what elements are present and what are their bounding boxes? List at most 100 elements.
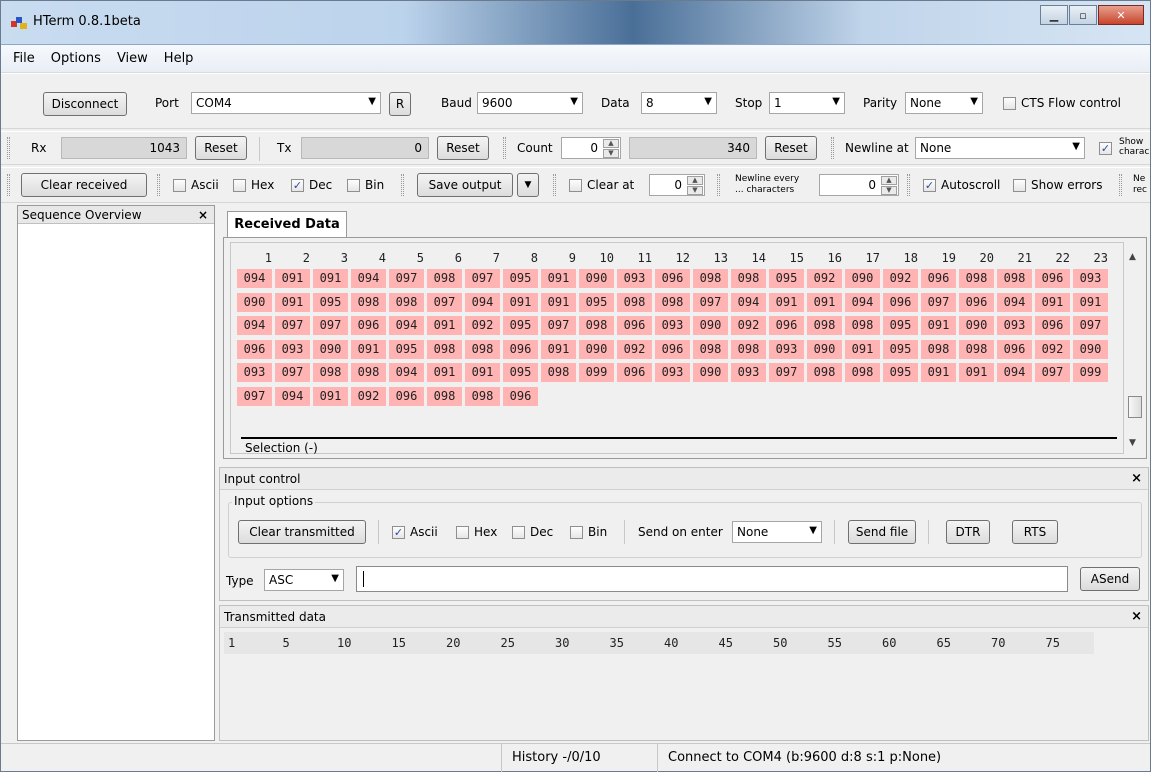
received-byte-cell[interactable]: 094 [275,386,310,406]
received-byte-cell[interactable]: 096 [617,316,652,335]
received-byte-cell[interactable]: 095 [579,292,614,312]
send-text-input[interactable] [356,566,1068,592]
rx-reset-button[interactable]: Reset [195,136,247,160]
received-byte-cell[interactable]: 093 [275,339,310,359]
received-byte-cell[interactable]: 090 [959,316,994,335]
clear-received-button[interactable]: Clear received [21,173,147,197]
ascii-checkbox[interactable] [173,179,186,192]
input-ascii-checkbox[interactable]: ✓ [392,526,405,539]
hex-checkbox[interactable] [233,179,246,192]
received-byte-cell[interactable]: 096 [883,292,918,312]
show-errors-checkbox[interactable] [1013,179,1026,192]
input-bin-checkbox[interactable] [570,526,583,539]
received-data-view[interactable]: Selection (-) 1 2 3 4 5 6 7 8 9 10 11 12 13 14 15 16 17 1… [230,242,1124,455]
parity-select[interactable]: None ▼ [905,92,983,114]
received-byte-cell[interactable]: 099 [579,363,614,382]
received-byte-cell[interactable]: 095 [503,316,538,335]
scrollbar-thumb[interactable] [1128,396,1142,418]
received-byte-cell[interactable]: 098 [845,363,880,382]
received-byte-cell[interactable]: 097 [1035,363,1070,382]
toolbar-grip[interactable] [1119,174,1122,196]
received-byte-cell[interactable]: 092 [1035,339,1070,359]
dec-checkbox[interactable]: ✓ [291,179,304,192]
received-byte-cell[interactable]: 096 [1035,316,1070,335]
received-byte-cell[interactable]: 098 [351,363,386,382]
spin-up-icon[interactable]: ▲ [603,139,619,148]
received-byte-cell[interactable]: 091 [465,363,500,382]
received-byte-cell[interactable]: 091 [503,292,538,312]
clear-at-checkbox[interactable] [569,179,582,192]
received-byte-cell[interactable]: 097 [769,363,804,382]
received-byte-cell[interactable]: 094 [845,292,880,312]
minimize-icon[interactable]: ▁ [1040,5,1068,25]
received-byte-cell[interactable]: 091 [845,339,880,359]
spin-down-icon[interactable]: ▼ [881,186,897,195]
input-hex-checkbox[interactable] [456,526,469,539]
received-byte-cell[interactable]: 095 [769,269,804,288]
received-byte-cell[interactable]: 091 [313,269,348,288]
received-byte-cell[interactable]: 094 [465,292,500,312]
autoscroll-checkbox[interactable]: ✓ [923,179,936,192]
toolbar-grip[interactable] [401,174,404,196]
received-byte-cell[interactable]: 098 [541,363,576,382]
received-byte-cell[interactable]: 097 [1073,316,1108,335]
received-byte-cell[interactable]: 091 [275,269,310,288]
newline-at-select[interactable]: None ▼ [915,137,1085,159]
send-file-button[interactable]: Send file [848,520,916,544]
close-icon[interactable]: × [198,206,208,224]
received-byte-cell[interactable]: 093 [655,316,690,335]
received-byte-cell[interactable]: 091 [921,363,956,382]
transmitted-data-view[interactable]: 1 5 10 15 20 25 30 35 40 45 50 55 60 65 70 75 [224,630,1144,738]
received-byte-cell[interactable]: 091 [541,339,576,359]
clear-transmitted-button[interactable]: Clear transmitted [238,520,366,544]
received-byte-cell[interactable]: 091 [769,292,804,312]
received-byte-cell[interactable]: 093 [237,363,272,382]
received-byte-cell[interactable]: 091 [427,363,462,382]
received-byte-cell[interactable]: 093 [1073,269,1108,288]
received-byte-cell[interactable]: 091 [427,316,462,335]
received-byte-cell[interactable]: 090 [693,363,728,382]
received-byte-cell[interactable]: 093 [731,363,766,382]
received-byte-cell[interactable]: 091 [351,339,386,359]
received-byte-cell[interactable]: 092 [883,269,918,288]
save-output-button[interactable]: Save output [417,173,513,197]
received-byte-cell[interactable]: 096 [921,269,956,288]
input-dec-checkbox[interactable] [512,526,525,539]
received-byte-cell[interactable]: 090 [693,316,728,335]
received-byte-cell[interactable]: 091 [1073,292,1108,312]
received-byte-cell[interactable]: 097 [921,292,956,312]
received-byte-cell[interactable]: 091 [1035,292,1070,312]
menu-view[interactable]: View [109,51,156,66]
received-byte-cell[interactable]: 091 [275,292,310,312]
toolbar-grip[interactable] [7,174,10,196]
bin-checkbox[interactable] [347,179,360,192]
toolbar-grip[interactable] [7,137,10,159]
received-byte-cell[interactable]: 097 [427,292,462,312]
received-byte-cell[interactable]: 098 [389,292,424,312]
received-byte-cell[interactable]: 096 [769,316,804,335]
tx-reset-button[interactable]: Reset [437,136,489,160]
received-byte-cell[interactable]: 096 [655,269,690,288]
received-byte-cell[interactable]: 091 [313,386,348,406]
received-byte-cell[interactable]: 094 [237,269,272,288]
toolbar-grip[interactable] [831,137,834,159]
received-byte-cell[interactable]: 096 [503,386,538,406]
received-byte-cell[interactable]: 097 [275,316,310,335]
received-byte-cell[interactable]: 098 [807,363,842,382]
tab-received-data[interactable]: Received Data [227,211,347,237]
received-byte-cell[interactable]: 098 [427,386,462,406]
received-byte-cell[interactable]: 092 [617,339,652,359]
received-byte-cell[interactable]: 096 [351,316,386,335]
received-byte-cell[interactable]: 094 [731,292,766,312]
received-byte-cell[interactable]: 098 [313,363,348,382]
asend-button[interactable]: ASend [1080,567,1140,591]
close-icon[interactable]: × [1131,468,1142,490]
received-byte-cell[interactable]: 097 [541,316,576,335]
received-byte-cell[interactable]: 092 [351,386,386,406]
received-byte-cell[interactable]: 096 [237,339,272,359]
toolbar-grip[interactable] [553,174,556,196]
dtr-button[interactable]: DTR [946,520,990,544]
received-byte-cell[interactable]: 095 [883,363,918,382]
received-byte-cell[interactable]: 090 [845,269,880,288]
received-byte-cell[interactable]: 095 [389,339,424,359]
